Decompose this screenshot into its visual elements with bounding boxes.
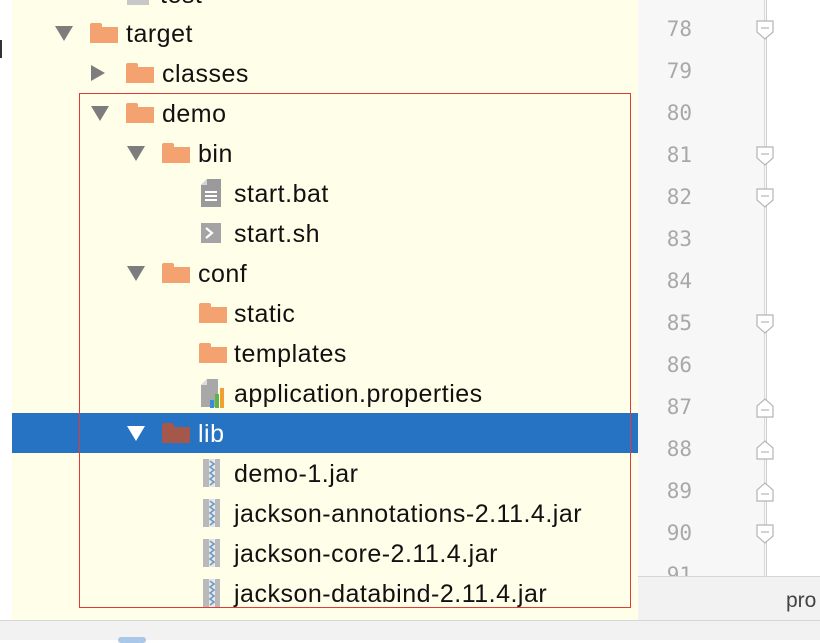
jar-file-icon — [200, 578, 222, 608]
tree-row-label: demo — [162, 100, 227, 128]
left-edge-strip — [0, 0, 12, 620]
line-number: 83 — [666, 227, 692, 251]
folder-icon — [162, 143, 190, 163]
tree-row-templates[interactable]: templates — [12, 333, 638, 373]
tree-row-demo-1-jar[interactable]: demo-1.jar — [12, 453, 638, 493]
tree-row-label: jackson-annotations-2.11.4.jar — [234, 500, 583, 528]
jar-file-icon — [200, 498, 222, 528]
line-number: 82 — [666, 185, 692, 209]
line-number: 90 — [666, 521, 692, 545]
tree-row-label: templates — [234, 340, 347, 368]
tree-row-label: target — [126, 20, 193, 48]
tree-row-application-properties[interactable]: application.properties — [12, 373, 638, 413]
line-number: 84 — [666, 269, 692, 293]
chevron-down-icon[interactable] — [55, 26, 73, 41]
fold-start-icon[interactable] — [756, 314, 774, 334]
line-number: 85 — [666, 311, 692, 335]
tree-row-start-bat[interactable]: start.bat — [12, 173, 638, 213]
tree-row-classes[interactable]: classes — [12, 53, 638, 93]
fold-end-icon[interactable] — [756, 482, 774, 502]
tree-row-label: jackson-databind-2.11.4.jar — [234, 580, 548, 608]
bottom-tab-bar: pro — [638, 576, 820, 620]
tree-row-label: test — [160, 0, 202, 10]
text-file-icon — [200, 178, 222, 208]
tree-row-label: classes — [162, 60, 249, 88]
tree-row-jackson-annotations-2-11-4-jar[interactable]: jackson-annotations-2.11.4.jar — [12, 493, 638, 533]
tree-row-start-sh[interactable]: start.sh — [12, 213, 638, 253]
tree-row-label: start.bat — [234, 180, 329, 208]
edge-marker — [0, 40, 2, 58]
fold-end-icon[interactable] — [756, 440, 774, 460]
line-number: 88 — [666, 437, 692, 461]
chevron-right-icon[interactable] — [91, 65, 105, 81]
tree-row-lib[interactable]: lib — [12, 413, 638, 453]
line-number: 78 — [666, 17, 692, 41]
folder-icon — [199, 343, 227, 363]
tree-row-label: conf — [198, 260, 248, 288]
tree-row-label: bin — [198, 140, 233, 168]
jar-file-icon — [200, 538, 222, 568]
folder-icon — [162, 423, 190, 443]
tree-row-label: lib — [198, 420, 225, 448]
status-indicator-icon — [118, 637, 146, 643]
folder-icon — [126, 63, 154, 83]
tree-row-static[interactable]: static — [12, 293, 638, 333]
line-number: 81 — [666, 143, 692, 167]
file-icon — [126, 0, 150, 6]
line-number: 79 — [666, 59, 692, 83]
line-number: 87 — [666, 395, 692, 419]
tree-row-label: static — [234, 300, 296, 328]
folder-icon — [126, 103, 154, 123]
fold-start-icon[interactable] — [756, 146, 774, 166]
tree-row-bin[interactable]: bin — [12, 133, 638, 173]
jar-file-icon — [200, 458, 222, 488]
tree-row-label: start.sh — [234, 220, 320, 248]
folder-icon — [199, 303, 227, 323]
line-number: 80 — [666, 101, 692, 125]
project-tree[interactable]: test target classes demo binstart.bat start.s… — [12, 0, 638, 620]
tree-row-target[interactable]: target — [12, 13, 638, 53]
folder-icon — [162, 263, 190, 283]
tree-row-demo[interactable]: demo — [12, 93, 638, 133]
tree-row-clipped[interactable]: test — [12, 0, 638, 14]
status-bar — [0, 620, 820, 643]
tree-row-label: application.properties — [234, 380, 483, 408]
tree-row-label: demo-1.jar — [234, 460, 359, 488]
line-number: 86 — [666, 353, 692, 377]
line-number: 89 — [666, 479, 692, 503]
chevron-down-icon[interactable] — [127, 426, 145, 441]
properties-file-icon — [200, 378, 224, 408]
chevron-down-icon[interactable] — [127, 266, 145, 281]
bottom-tab-label[interactable]: pro — [786, 589, 816, 613]
fold-end-icon[interactable] — [756, 398, 774, 418]
fold-start-icon[interactable] — [756, 524, 774, 544]
tree-row-conf[interactable]: conf — [12, 253, 638, 293]
shell-script-icon — [200, 218, 222, 248]
tree-row-label: jackson-core-2.11.4.jar — [234, 540, 498, 568]
fold-start-icon[interactable] — [756, 20, 774, 40]
fold-start-icon[interactable] — [756, 188, 774, 208]
tree-row-jackson-databind-2-11-4-jar[interactable]: jackson-databind-2.11.4.jar — [12, 573, 638, 613]
chevron-down-icon[interactable] — [127, 146, 145, 161]
folder-icon — [90, 23, 118, 43]
chevron-down-icon[interactable] — [91, 106, 109, 121]
tree-row-jackson-core-2-11-4-jar[interactable]: jackson-core-2.11.4.jar — [12, 533, 638, 573]
